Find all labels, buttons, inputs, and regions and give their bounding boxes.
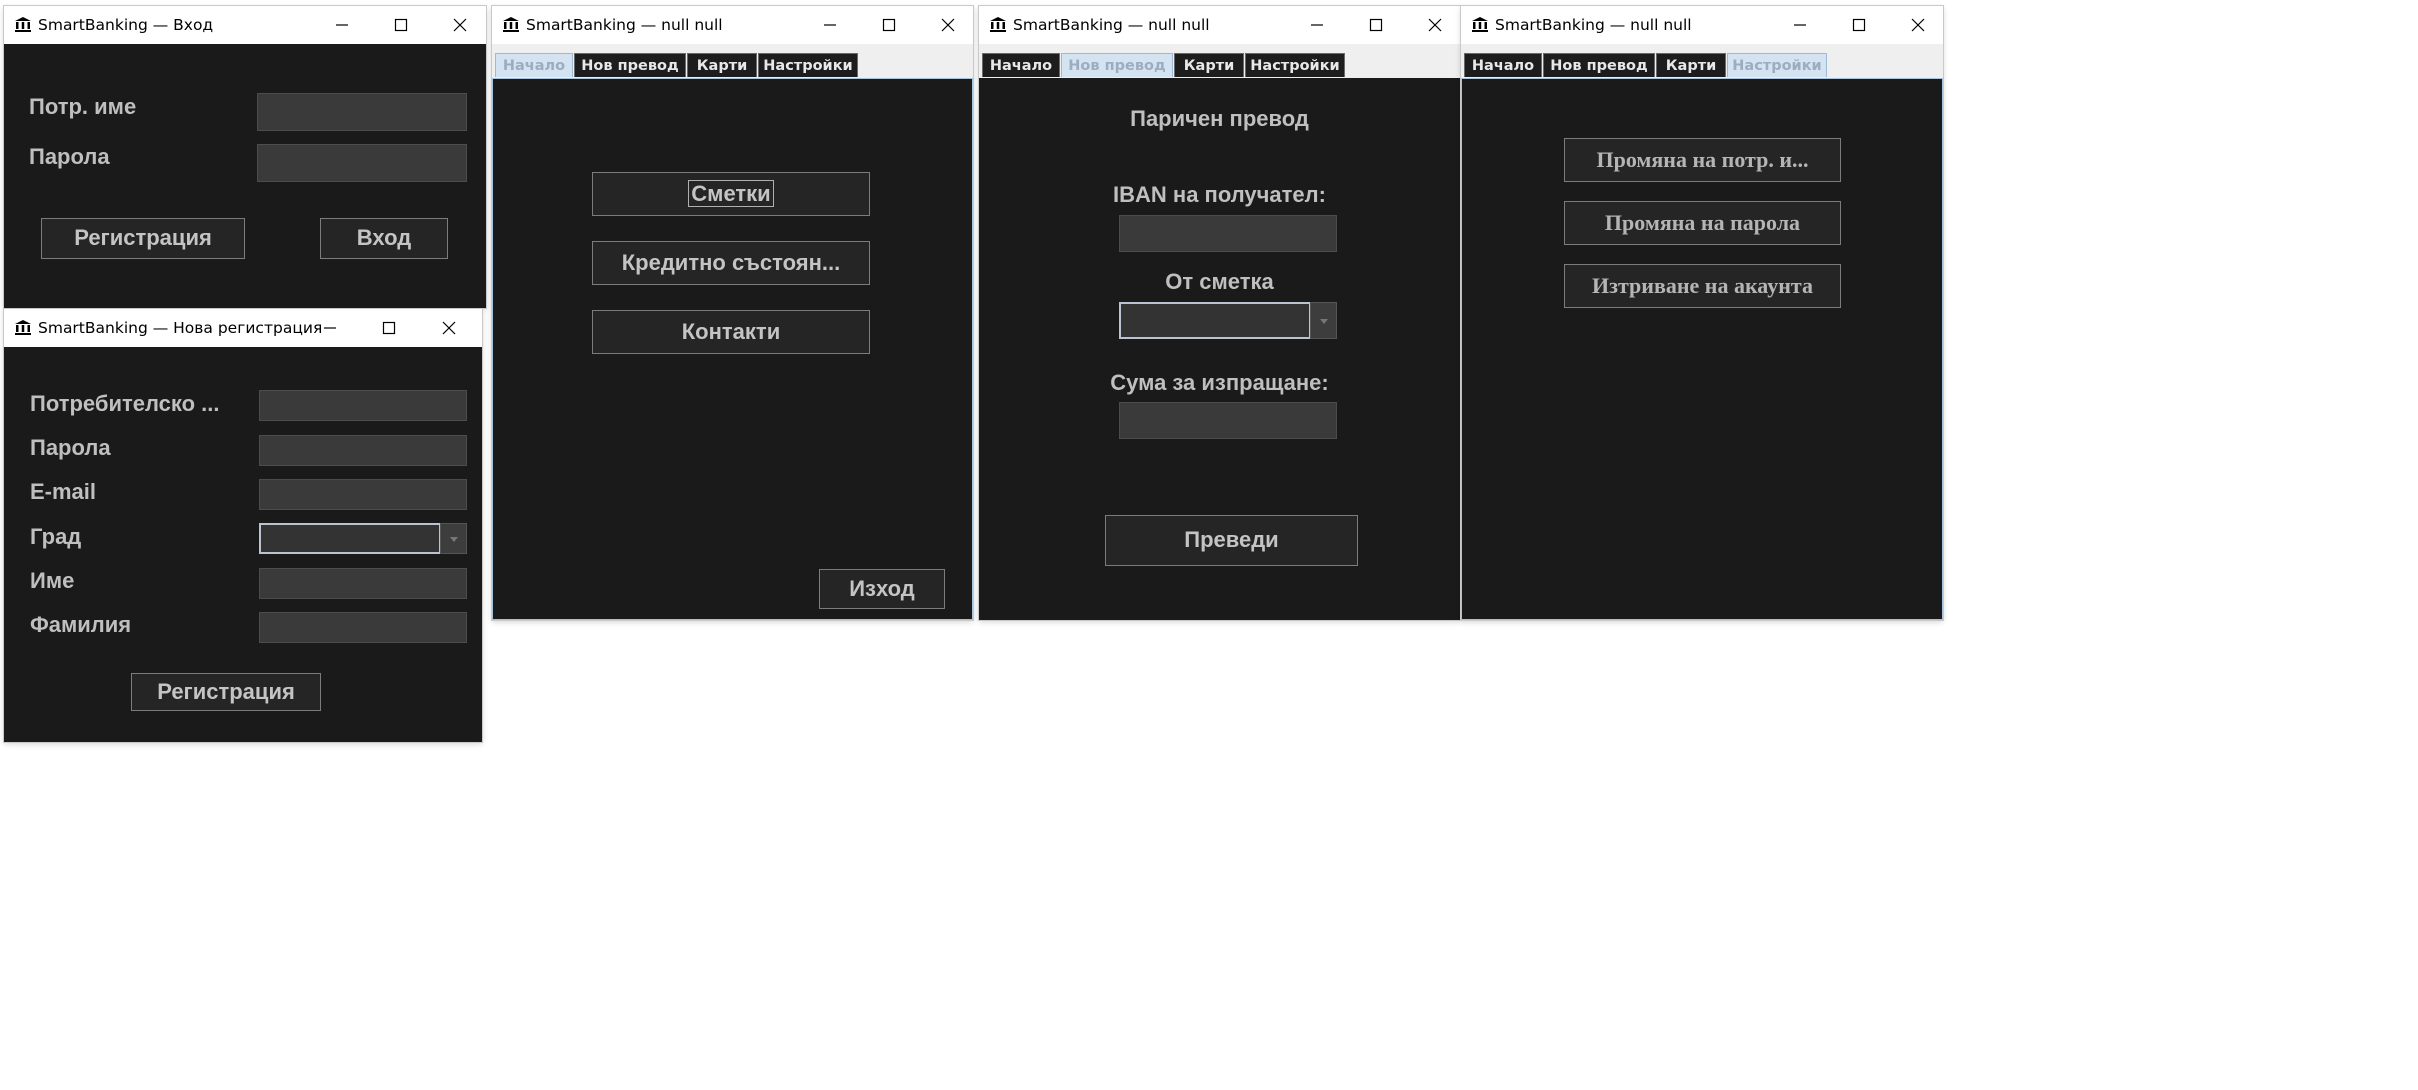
close-icon[interactable] [1420, 11, 1450, 39]
reg-city-combo[interactable] [259, 523, 441, 554]
tab-new-transfer[interactable]: Нов превод [574, 53, 686, 77]
reg-register-button[interactable]: Регистрация [131, 673, 321, 711]
maximize-icon[interactable] [374, 314, 404, 342]
window-title: SmartBanking — Вход [38, 16, 214, 34]
accounts-button-label: Сметки [688, 180, 774, 207]
close-icon[interactable] [1903, 11, 1933, 39]
transfer-heading: Паричен превод [1130, 106, 1309, 131]
chevron-down-icon[interactable] [1310, 302, 1337, 339]
window-title: SmartBanking — null null [526, 16, 723, 34]
tab-settings[interactable]: Настройки [1245, 53, 1345, 77]
maximize-icon[interactable] [1361, 11, 1391, 39]
maximize-icon[interactable] [1844, 11, 1874, 39]
chevron-down-icon[interactable] [440, 523, 467, 554]
settings-window: SmartBanking — null null Начало Нов прев… [1461, 6, 1943, 620]
window-title: SmartBanking — null null [1013, 16, 1210, 34]
delete-account-button[interactable]: Изтриване на акаунта [1564, 264, 1841, 308]
maximize-icon[interactable] [386, 11, 416, 39]
transfer-button[interactable]: Преведи [1105, 515, 1358, 566]
reg-first-name-input[interactable] [259, 568, 467, 599]
reg-password-input[interactable] [259, 435, 467, 466]
accounts-button[interactable]: Сметки [592, 172, 870, 216]
reg-username-label: Потребителско ... [30, 391, 220, 416]
window-title: SmartBanking — null null [1495, 16, 1692, 34]
tab-new-transfer[interactable]: Нов превод [1061, 53, 1173, 77]
transfer-window: SmartBanking — null null Начало Нов прев… [979, 6, 1460, 620]
tab-home[interactable]: Начало [1464, 53, 1542, 77]
transfer-titlebar[interactable]: SmartBanking — null null [979, 6, 1460, 44]
username-label: Потр. име [29, 94, 137, 119]
from-account-label: От сметка [1165, 269, 1274, 294]
close-icon[interactable] [434, 314, 464, 342]
tab-bar: Начало Нов превод Карти Настройки [979, 44, 1460, 78]
amount-label: Сума за изпращане: [1110, 370, 1329, 395]
reg-password-label: Парола [30, 435, 111, 460]
minimize-icon[interactable] [327, 11, 357, 39]
tab-bar: Начало Нов превод Карти Настройки [492, 44, 973, 78]
change-username-button[interactable]: Промяна на потр. и... [1564, 138, 1841, 182]
reg-email-input[interactable] [259, 479, 467, 510]
bank-icon [14, 16, 32, 37]
home-window: SmartBanking — null null Начало Нов прев… [492, 6, 973, 620]
reg-username-input[interactable] [259, 390, 467, 421]
credit-status-button[interactable]: Кредитно състоян... [592, 241, 870, 285]
settings-titlebar[interactable]: SmartBanking — null null [1461, 6, 1943, 44]
iban-input[interactable] [1119, 215, 1337, 252]
tab-settings[interactable]: Настройки [1727, 53, 1827, 77]
from-account-combo[interactable] [1119, 302, 1311, 339]
registration-window: SmartBanking — Нова регистрация Потребит… [4, 309, 482, 742]
password-input[interactable] [257, 144, 467, 182]
login-window: SmartBanking — Вход Потр. име Парола Рег… [4, 6, 486, 308]
window-title: SmartBanking — Нова регистрация [38, 319, 323, 337]
minimize-icon[interactable] [315, 314, 345, 342]
bank-icon [14, 319, 32, 340]
minimize-icon[interactable] [815, 11, 845, 39]
tab-bar: Начало Нов превод Карти Настройки [1461, 44, 1943, 78]
tab-cards[interactable]: Карти [687, 53, 757, 77]
iban-label: IBAN на получател: [1113, 182, 1326, 207]
bank-icon [502, 16, 520, 37]
reg-email-label: E-mail [30, 479, 97, 504]
login-titlebar[interactable]: SmartBanking — Вход [4, 6, 486, 44]
amount-input[interactable] [1119, 402, 1337, 439]
close-icon[interactable] [933, 11, 963, 39]
tab-home[interactable]: Начало [982, 53, 1060, 77]
maximize-icon[interactable] [874, 11, 904, 39]
register-button[interactable]: Регистрация [41, 218, 245, 259]
exit-button[interactable]: Изход [819, 569, 945, 609]
password-label: Парола [29, 144, 110, 169]
reg-last-name-input[interactable] [259, 612, 467, 643]
reg-city-label: Град [30, 524, 82, 549]
tab-cards[interactable]: Карти [1174, 53, 1244, 77]
home-titlebar[interactable]: SmartBanking — null null [492, 6, 973, 44]
tab-settings[interactable]: Настройки [758, 53, 858, 77]
tab-cards[interactable]: Карти [1656, 53, 1726, 77]
contacts-button[interactable]: Контакти [592, 310, 870, 354]
tab-new-transfer[interactable]: Нов превод [1543, 53, 1655, 77]
reg-last-name-label: Фамилия [30, 612, 132, 637]
registration-titlebar[interactable]: SmartBanking — Нова регистрация [4, 309, 482, 347]
minimize-icon[interactable] [1785, 11, 1815, 39]
tab-home[interactable]: Начало [495, 53, 573, 77]
username-input[interactable] [257, 93, 467, 131]
bank-icon [989, 16, 1007, 37]
bank-icon [1471, 16, 1489, 37]
change-password-button[interactable]: Промяна на парола [1564, 201, 1841, 245]
reg-first-name-label: Име [30, 568, 75, 593]
minimize-icon[interactable] [1302, 11, 1332, 39]
close-icon[interactable] [445, 11, 475, 39]
login-button[interactable]: Вход [320, 218, 448, 259]
